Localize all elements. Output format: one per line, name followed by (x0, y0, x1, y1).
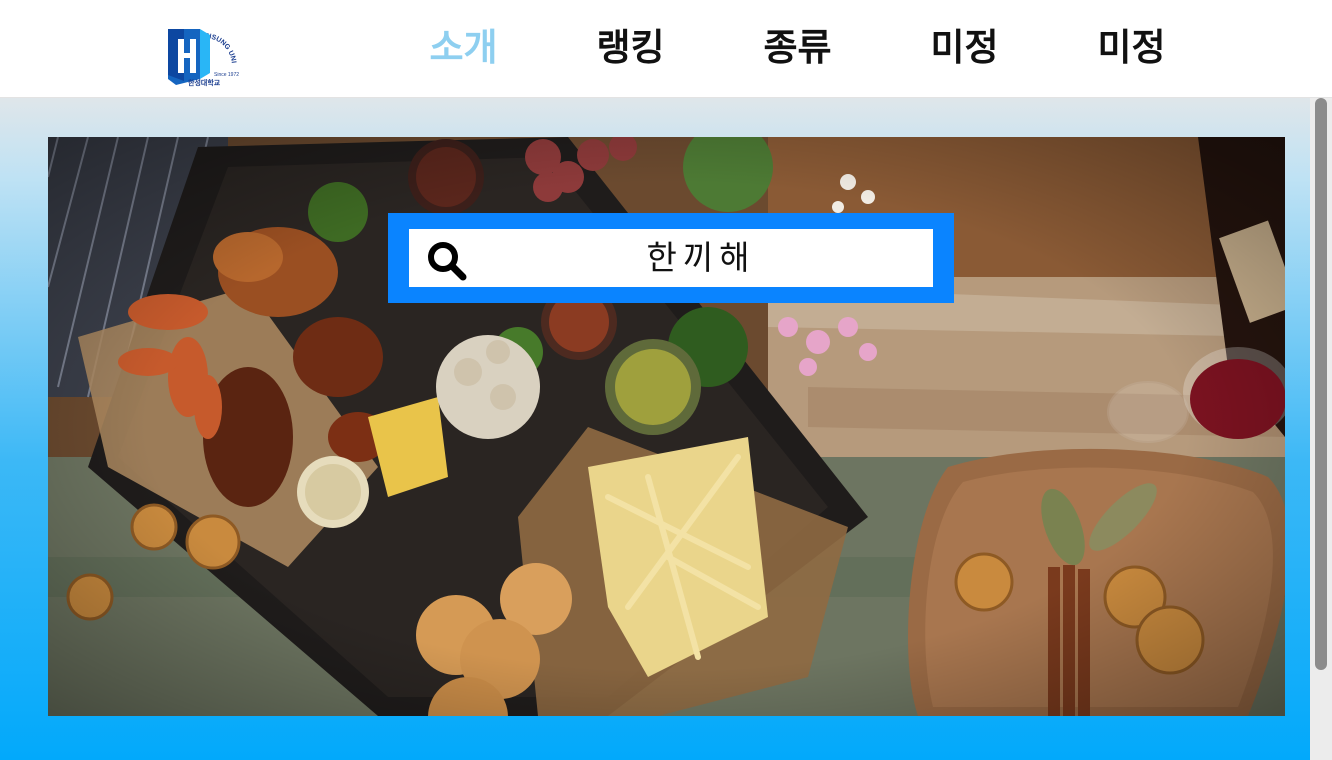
logo-korean-text: 한성대학교 (188, 78, 221, 87)
search-icon[interactable] (425, 239, 469, 283)
nav-item-undecided-2[interactable]: 미정 (1048, 22, 1215, 74)
logo-since-text: Since 1972 (214, 72, 239, 78)
nav-item-ranking[interactable]: 랭킹 (547, 22, 714, 74)
site-header: HANSUNG UNIVERSITY Since 1972 한성대학교 소개 랭… (0, 0, 1332, 98)
nav-item-undecided-1[interactable]: 미정 (881, 22, 1048, 74)
scrollbar-track[interactable] (1310, 98, 1332, 760)
hansung-university-logo-icon[interactable]: HANSUNG UNIVERSITY Since 1972 한성대학교 (166, 21, 246, 89)
search-input[interactable]: 한끼해 (409, 229, 933, 287)
search-box: 한끼해 (388, 213, 954, 303)
nav-item-intro[interactable]: 소개 (380, 22, 547, 74)
nav-item-types[interactable]: 종류 (714, 22, 881, 74)
scrollbar-thumb[interactable] (1315, 98, 1327, 670)
search-query-text: 한끼해 (646, 238, 756, 277)
main-nav: 소개 랭킹 종류 미정 미정 (380, 22, 1215, 74)
